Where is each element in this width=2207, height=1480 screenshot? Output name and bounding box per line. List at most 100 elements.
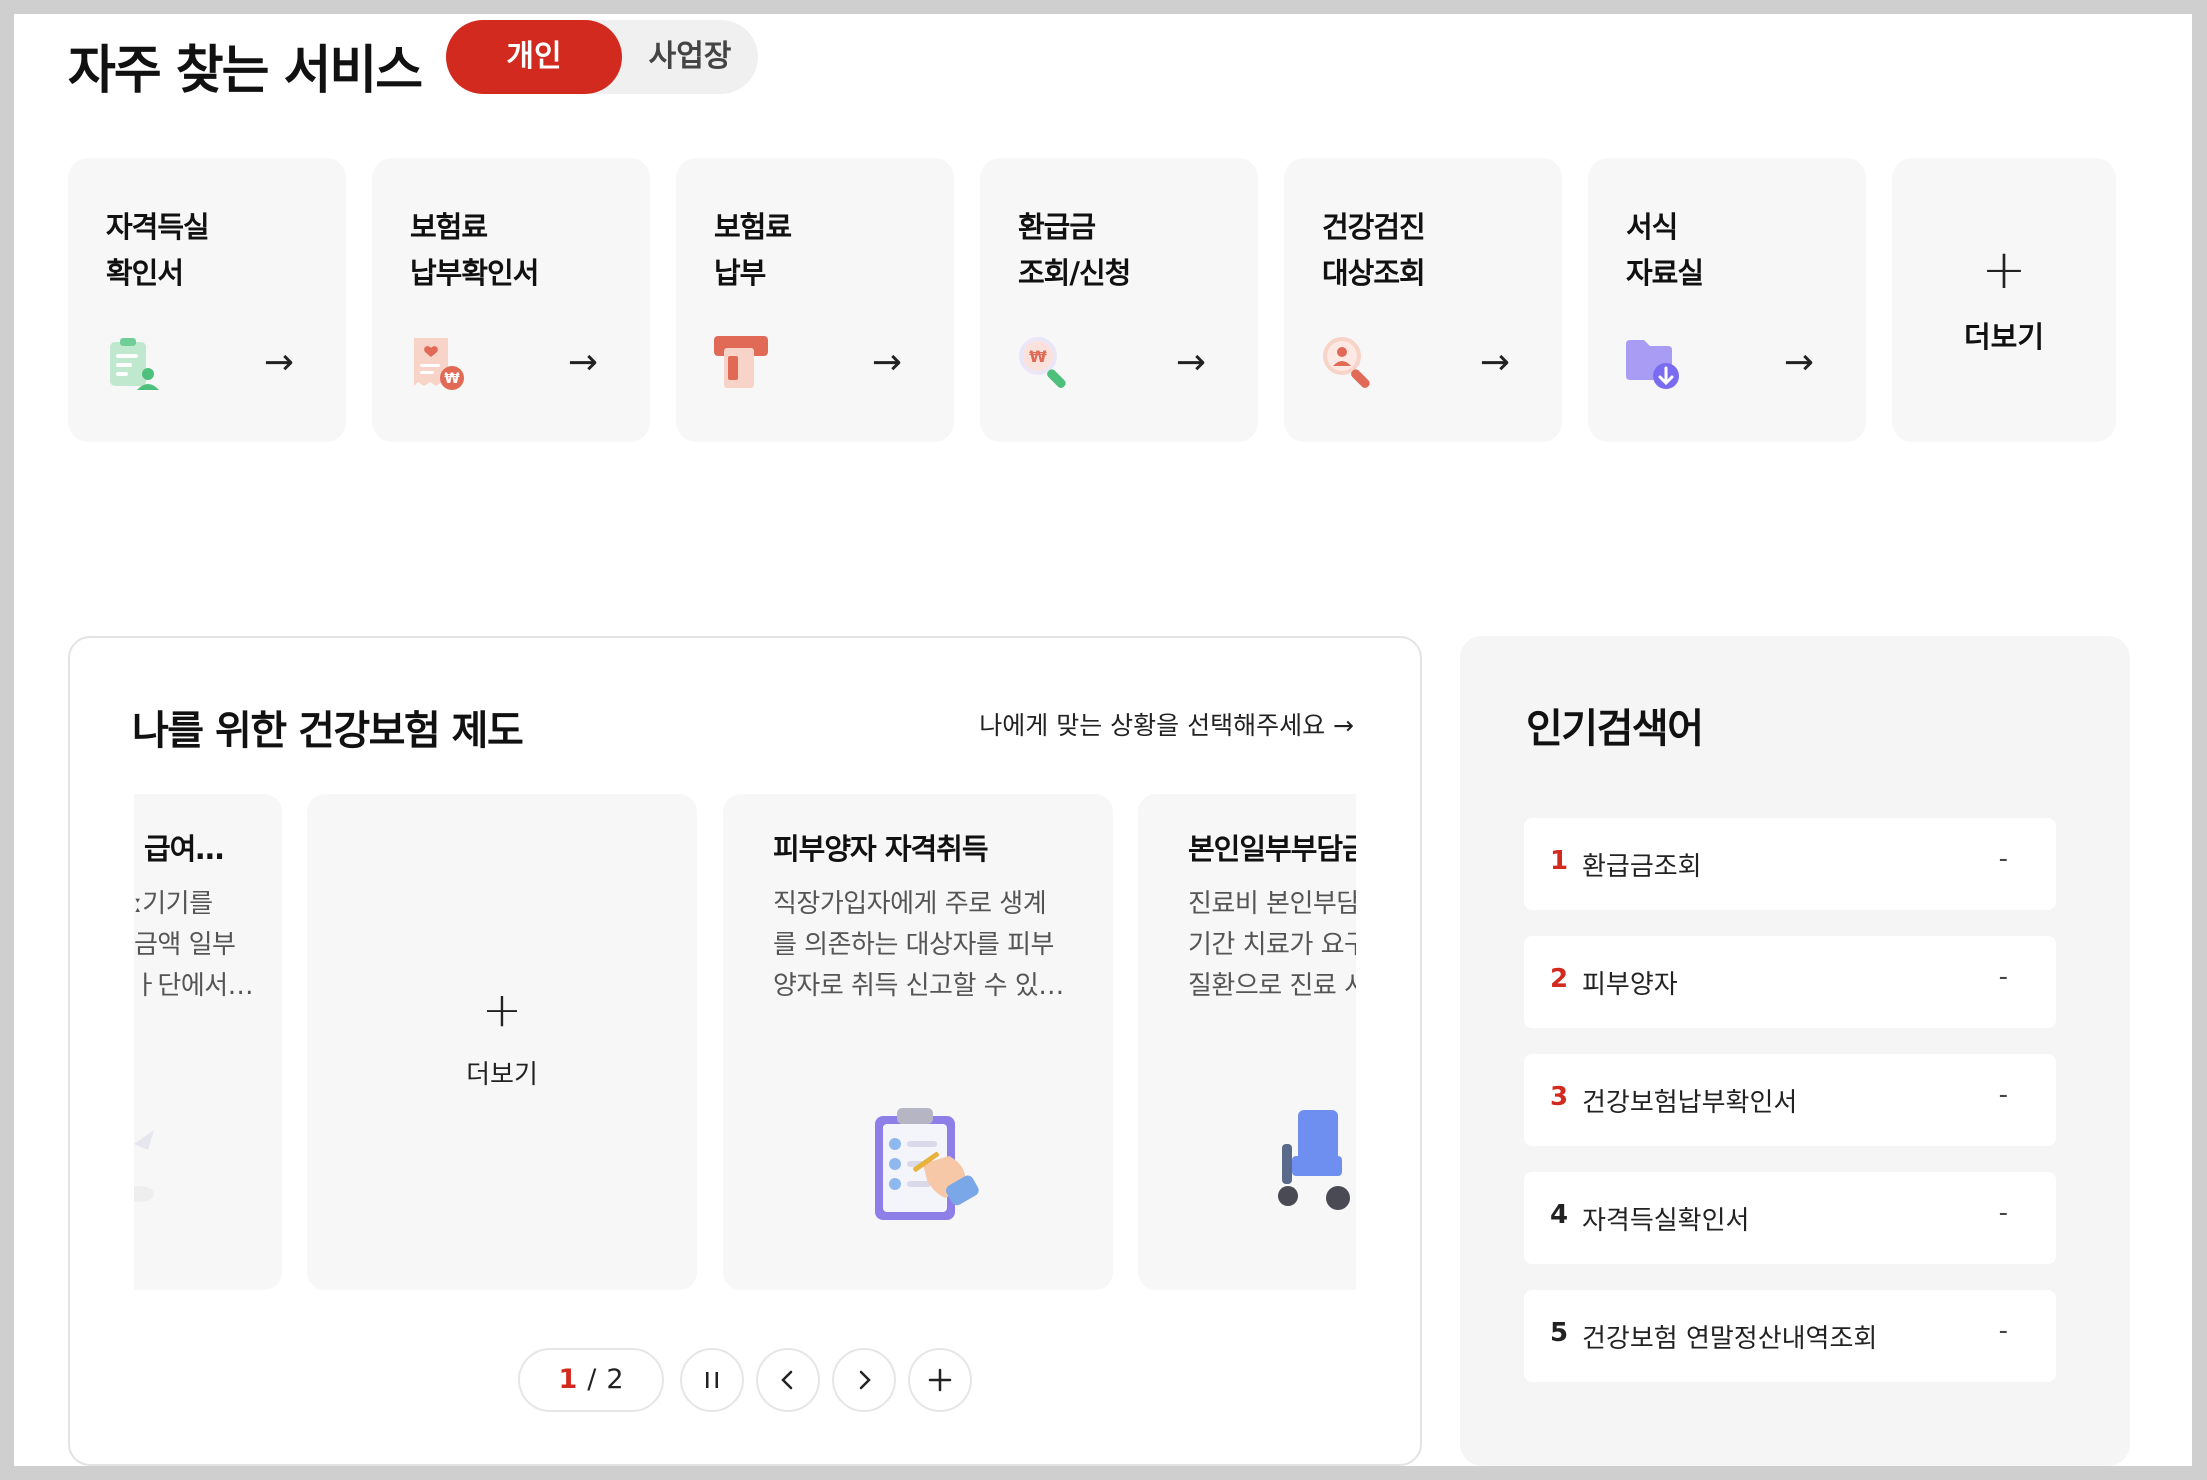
popular-search-panel: 인기검색어 1 환급금조회 - 2 피부양자 - 3 건강보험납부확인서 - 4…	[1460, 636, 2130, 1466]
card-payment-icon	[714, 336, 768, 388]
system-slide-copayment[interactable]: 본인일부부담금 진료비 본인부담 기간 치료가 요구 질환으로 진료 시	[1138, 794, 1356, 1290]
magnifier-person-icon	[1323, 337, 1370, 388]
pause-icon	[706, 1372, 718, 1388]
chevron-left-icon	[781, 1370, 793, 1390]
slide-desc-line: 직장가입자에게 주로 생계	[773, 889, 1047, 919]
wheelchair-icon	[1278, 1110, 1350, 1210]
popular-term: 환급금조회	[1582, 852, 1702, 882]
system-more-button[interactable]: + 더보기	[307, 794, 697, 1290]
id-card-person-icon	[110, 338, 159, 390]
arrow-right-icon: →	[1175, 342, 1206, 383]
service-more-button[interactable]: + 더보기	[1892, 158, 2116, 442]
tab-personal[interactable]: 개인	[446, 20, 622, 94]
carousel-prev-button[interactable]	[756, 1348, 820, 1412]
popular-title: 인기검색어	[1526, 706, 1704, 752]
pager-separator: /	[587, 1364, 597, 1395]
popular-rank: 2	[1550, 964, 1569, 994]
arrow-right-icon: →	[871, 342, 902, 383]
service-card-health-checkup[interactable]: 건강검진 대상조회 →	[1284, 158, 1562, 442]
popular-rank: 5	[1550, 1318, 1569, 1348]
rank-change: -	[1998, 844, 2008, 874]
slide-desc-line: ː기기를	[134, 889, 213, 919]
card-label-line2: 대상조회	[1322, 256, 1426, 290]
popular-term: 건강보험 연말정산내역조회	[1582, 1324, 1878, 1354]
service-card-premium-payment[interactable]: 보험료 납부 →	[676, 158, 954, 442]
plus-icon: +	[481, 982, 523, 1038]
slide-title: 급여…	[144, 832, 224, 866]
popular-item[interactable]: 3 건강보험납부확인서 -	[1524, 1054, 2056, 1146]
slide-desc-line: 를 의존하는 대상자를 피부	[773, 930, 1054, 960]
card-label-line2: 납부확인서	[410, 256, 539, 290]
card-label-line2: 확인서	[106, 256, 184, 290]
service-card-forms[interactable]: 서식 자료실 →	[1588, 158, 1866, 442]
card-label-line1: 보험료	[410, 210, 488, 244]
plus-icon	[928, 1368, 952, 1392]
arrow-right-icon: →	[1479, 342, 1510, 383]
section-title: 자주 찾는 서비스	[68, 41, 423, 101]
service-card-qualification[interactable]: 자격득실 확인서 →	[68, 158, 346, 442]
slide-desc-line: 양자로 취득 신고할 수 있…	[773, 971, 1064, 1001]
system-slide[interactable]: 급여… ː기기를 금액 일부 ㅏ단에서…	[134, 794, 282, 1290]
svg-text:₩: ₩	[1029, 347, 1047, 366]
slide-desc-line: 금액 일부	[134, 930, 236, 960]
popular-item[interactable]: 5 건강보험 연말정산내역조회 -	[1524, 1290, 2056, 1382]
svg-text:₩: ₩	[444, 371, 460, 387]
rank-change: -	[1998, 962, 2008, 992]
rank-change: -	[1998, 1080, 2008, 1110]
carousel-pause-button[interactable]	[680, 1348, 744, 1412]
slide-title: 피부양자 자격취득	[773, 832, 989, 866]
card-label-line2: 납부	[714, 256, 766, 290]
card-label: 보험료 납부확인서	[410, 204, 539, 296]
insurance-system-panel: 나를 위한 건강보험 제도 나에게 맞는 상황을 선택해주세요 → 급여… ː기…	[68, 636, 1422, 1466]
card-label: 환급금 조회/신청	[1018, 204, 1131, 296]
slide-illustration	[134, 1130, 154, 1202]
arrow-right-icon: →	[567, 342, 598, 383]
slide-desc: ː기기를 금액 일부 ㅏ단에서…	[134, 884, 282, 1007]
rank-change: -	[1998, 1316, 2008, 1346]
pager-total: 2	[606, 1364, 624, 1395]
carousel-more-button[interactable]	[908, 1348, 972, 1412]
card-label-line2: 자료실	[1626, 256, 1704, 290]
tab-business[interactable]: 사업장	[622, 20, 758, 94]
popular-rank: 3	[1550, 1082, 1569, 1112]
service-card-refund[interactable]: 환급금 조회/신청 ₩ →	[980, 158, 1258, 442]
rank-change: -	[1998, 1198, 2008, 1228]
magnifier-won-icon: ₩	[1019, 337, 1066, 388]
slide-desc-line: 진료비 본인부담	[1188, 889, 1356, 919]
card-label: 자격득실 확인서	[106, 204, 210, 296]
situation-select-link[interactable]: 나에게 맞는 상황을 선택해주세요 →	[979, 706, 1354, 742]
arrow-right-icon: →	[263, 342, 294, 383]
user-type-toggle: 개인 사업장	[446, 20, 758, 94]
more-label: 더보기	[1963, 320, 2045, 354]
carousel-next-button[interactable]	[832, 1348, 896, 1412]
system-slide-dependent[interactable]: 피부양자 자격취득 직장가입자에게 주로 생계 를 의존하는 대상자를 피부 양…	[723, 794, 1113, 1290]
pager-current: 1	[558, 1364, 578, 1395]
card-label-line1: 자격득실	[106, 210, 210, 244]
carousel-pager: 1 / 2	[518, 1348, 664, 1412]
chevron-right-icon	[859, 1370, 871, 1390]
arrow-right-icon: →	[1783, 342, 1814, 383]
popular-item[interactable]: 1 환급금조회 -	[1524, 818, 2056, 910]
popular-term: 자격득실확인서	[1582, 1206, 1750, 1236]
plus-icon: +	[1981, 238, 2027, 301]
slide-desc-line: 기간 치료가 요구	[1188, 930, 1356, 960]
folder-download-icon	[1626, 340, 1679, 389]
page: 자주 찾는 서비스 개인 사업장 자격득실 확인서 → 보험료 납부확인서 ₩ …	[14, 14, 2192, 1466]
system-carousel: 급여… ː기기를 금액 일부 ㅏ단에서… + 더보기 피부양자 자격취득 직장가…	[134, 794, 1356, 1290]
slide-desc-line: ㅏ단에서…	[134, 971, 254, 1001]
popular-item[interactable]: 2 피부양자 -	[1524, 936, 2056, 1028]
slide-title: 본인일부부담금	[1188, 832, 1356, 866]
slide-desc: 직장가입자에게 주로 생계 를 의존하는 대상자를 피부 양자로 취득 신고할 …	[773, 884, 1073, 1007]
popular-rank: 4	[1550, 1200, 1569, 1230]
card-label-line1: 환급금	[1018, 210, 1096, 244]
clipboard-checklist-icon	[875, 1108, 979, 1220]
service-card-payment-certificate[interactable]: 보험료 납부확인서 ₩ →	[372, 158, 650, 442]
card-label-line2: 조회/신청	[1018, 256, 1131, 290]
slide-desc-line: 질환으로 진료 시	[1188, 971, 1356, 1001]
card-label-line1: 건강검진	[1322, 210, 1426, 244]
card-label-line1: 서식	[1626, 210, 1678, 244]
popular-item[interactable]: 4 자격득실확인서 -	[1524, 1172, 2056, 1264]
receipt-won-icon: ₩	[414, 338, 464, 390]
panel-title: 나를 위한 건강보험 제도	[132, 708, 524, 754]
card-label: 보험료 납부	[714, 204, 792, 296]
